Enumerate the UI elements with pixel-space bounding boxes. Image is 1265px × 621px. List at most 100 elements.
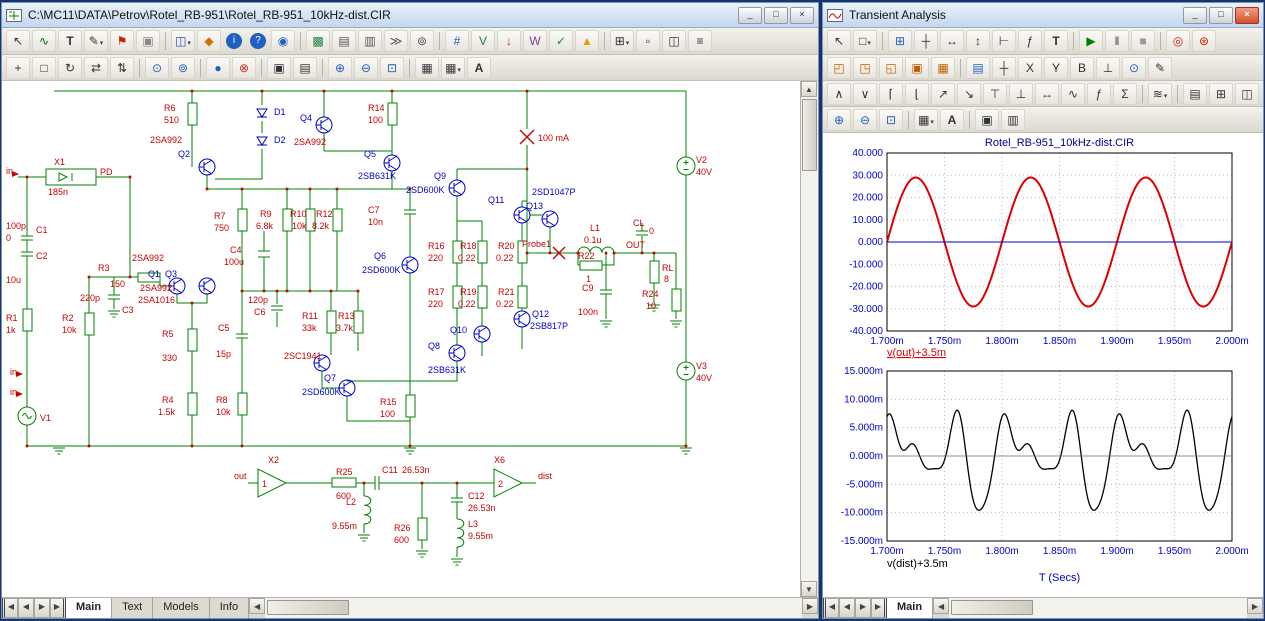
horizontal-scroll-track[interactable] bbox=[265, 598, 802, 618]
restore-button[interactable]: □ bbox=[764, 7, 788, 24]
graphics-mode-icon[interactable]: ✎▾ bbox=[84, 30, 108, 52]
send-back-icon[interactable]: ▤ bbox=[293, 57, 317, 79]
grid-toggle-icon[interactable]: ⊞▾ bbox=[610, 30, 634, 52]
analysis-horizontal-scrollbar[interactable]: ◀ ▶ bbox=[933, 598, 1263, 618]
scroll-left-button[interactable]: ◀ bbox=[249, 598, 265, 614]
font-icon[interactable]: A bbox=[940, 109, 964, 131]
go-to-branch-icon[interactable]: B bbox=[1070, 57, 1094, 79]
info-mode-icon[interactable]: i bbox=[226, 33, 242, 49]
flip-vertical-icon[interactable]: ⇅ bbox=[110, 57, 134, 79]
schematic-titlebar[interactable]: C:\MC11\DATA\Petrov\Rotel_RB-951\Rotel_R… bbox=[2, 3, 818, 28]
horizontal-scroll-thumb[interactable] bbox=[951, 600, 1033, 615]
find-next-icon[interactable]: ⊚ bbox=[171, 57, 195, 79]
next-low-icon[interactable]: ⌊ bbox=[905, 83, 929, 105]
width-icon[interactable]: ↔ bbox=[1035, 83, 1059, 105]
go-to-x-icon[interactable]: X bbox=[1018, 57, 1042, 79]
horizontal-scroll-track[interactable] bbox=[949, 598, 1247, 618]
text-page-icon[interactable]: ▤ bbox=[332, 30, 356, 52]
restore-button[interactable]: □ bbox=[1209, 7, 1233, 24]
zoom-fit-icon[interactable]: ⊡ bbox=[879, 109, 903, 131]
pause-icon[interactable]: ‖ bbox=[1105, 30, 1129, 52]
help-mode-icon[interactable]: ? bbox=[250, 33, 266, 49]
dynamic-probe-icon[interactable]: ⊛ bbox=[1192, 30, 1216, 52]
dropdown-arrow-icon[interactable]: ▾ bbox=[626, 40, 630, 47]
plot-canvas[interactable]: Rotel_RB-951_10kHz-dist.CIR1.700m1.750m1… bbox=[823, 133, 1263, 597]
dropdown-arrow-icon[interactable]: ▾ bbox=[930, 119, 934, 126]
box-select-icon[interactable]: □ bbox=[32, 57, 56, 79]
period-icon[interactable]: ∿ bbox=[1061, 83, 1085, 105]
next-tab-button[interactable]: ▶ bbox=[34, 598, 50, 618]
power-icon[interactable]: W bbox=[523, 30, 547, 52]
last-tab-button[interactable]: ▶ bbox=[871, 598, 887, 618]
optimize-icon[interactable]: ⊚ bbox=[410, 30, 434, 52]
tile-top-icon[interactable]: ◱ bbox=[879, 57, 903, 79]
last-tab-button[interactable]: ▶ bbox=[50, 598, 66, 618]
hotlink-icon[interactable]: ◉ bbox=[271, 30, 295, 52]
tab-info[interactable]: Info bbox=[210, 598, 249, 618]
next-valley-icon[interactable]: ∨ bbox=[853, 83, 877, 105]
zoom-area-icon[interactable]: ⊡ bbox=[380, 57, 404, 79]
text-mode-icon[interactable]: T bbox=[1044, 30, 1068, 52]
next-rise-icon[interactable]: ↗ bbox=[931, 83, 955, 105]
rotate-icon[interactable]: ↻ bbox=[58, 57, 82, 79]
grid-panels-icon[interactable]: ▦ bbox=[931, 57, 955, 79]
scale-mode-icon[interactable]: ⊞ bbox=[888, 30, 912, 52]
conditions-icon[interactable]: ✓ bbox=[549, 30, 573, 52]
copy-image-icon[interactable]: ▦ bbox=[415, 57, 439, 79]
properties-icon[interactable]: ≡ bbox=[688, 30, 712, 52]
first-tab-button[interactable]: ◀ bbox=[823, 598, 839, 618]
copy-all-icon[interactable]: ▥ bbox=[1001, 109, 1025, 131]
go-to-y-icon[interactable]: Y bbox=[1044, 57, 1068, 79]
tile-windows-icon[interactable]: ◫ bbox=[1235, 83, 1259, 105]
stats-icon[interactable]: Σ bbox=[1113, 83, 1137, 105]
new-page-icon[interactable]: ▫ bbox=[636, 30, 660, 52]
scroll-up-button[interactable]: ▲ bbox=[801, 81, 817, 97]
dropdown-arrow-icon[interactable]: ▾ bbox=[100, 40, 104, 47]
schematic-horizontal-scrollbar[interactable]: ◀ ▶ bbox=[249, 598, 818, 618]
next-tab-button[interactable]: ▶ bbox=[855, 598, 871, 618]
point-tag-icon[interactable]: ● bbox=[206, 57, 230, 79]
picture-mode-icon[interactable]: ▣ bbox=[136, 30, 160, 52]
font-icon[interactable]: A bbox=[467, 57, 491, 79]
numeric-window-icon[interactable]: ▤ bbox=[1183, 83, 1207, 105]
analysis-titlebar[interactable]: Transient Analysis _□× bbox=[823, 3, 1263, 28]
dropdown-arrow-icon[interactable]: ▾ bbox=[457, 67, 461, 74]
region-enable-icon[interactable]: ▩ bbox=[306, 30, 330, 52]
wire-mode-icon[interactable]: ∿ bbox=[32, 30, 56, 52]
stop-edit-icon[interactable]: ⊗ bbox=[232, 57, 256, 79]
scroll-left-button[interactable]: ◀ bbox=[933, 598, 949, 614]
top-icon[interactable]: ⊤ bbox=[983, 83, 1007, 105]
bottom-icon[interactable]: ⊥ bbox=[1009, 83, 1033, 105]
tag-point-icon[interactable]: ⊢ bbox=[992, 30, 1016, 52]
model-page-icon[interactable]: ▥ bbox=[358, 30, 382, 52]
vertical-scroll-track[interactable] bbox=[801, 97, 818, 581]
prev-tab-button[interactable]: ◀ bbox=[839, 598, 855, 618]
find-icon[interactable]: ⊙ bbox=[145, 57, 169, 79]
dropdown-arrow-icon[interactable]: ▾ bbox=[187, 40, 191, 47]
graphics-menu-icon[interactable]: □▾ bbox=[853, 30, 877, 52]
tab-main[interactable]: Main bbox=[66, 598, 112, 618]
grid-menu-icon[interactable]: ▦▾ bbox=[441, 57, 465, 79]
measure-vertical-icon[interactable]: ↕ bbox=[966, 30, 990, 52]
numeric-output-icon[interactable]: ▤ bbox=[966, 57, 990, 79]
prev-tab-button[interactable]: ◀ bbox=[18, 598, 34, 618]
zoom-in-icon[interactable]: ⊕ bbox=[328, 57, 352, 79]
component-menu-icon[interactable]: ◫▾ bbox=[171, 30, 195, 52]
schematic-vertical-scrollbar[interactable]: ▲ ▼ bbox=[800, 81, 818, 597]
animate-probe-icon[interactable]: ◎ bbox=[1166, 30, 1190, 52]
measure-horizontal-icon[interactable]: ↔ bbox=[940, 30, 964, 52]
find-part-icon[interactable]: ◆ bbox=[197, 30, 221, 52]
waveform-menu-icon[interactable]: ≋▾ bbox=[1148, 83, 1172, 105]
error-flag-icon[interactable]: ▲ bbox=[575, 30, 599, 52]
bring-front-icon[interactable]: ▣ bbox=[267, 57, 291, 79]
tab-main[interactable]: Main bbox=[887, 598, 933, 618]
scroll-right-button[interactable]: ▶ bbox=[802, 598, 818, 614]
close-button[interactable]: × bbox=[790, 7, 814, 24]
minimize-button[interactable]: _ bbox=[1183, 7, 1207, 24]
horizontal-scroll-thumb[interactable] bbox=[267, 600, 349, 615]
formula-text-icon[interactable]: ƒ bbox=[1018, 30, 1042, 52]
flip-horizontal-icon[interactable]: ⇄ bbox=[84, 57, 108, 79]
node-voltages-icon[interactable]: V bbox=[471, 30, 495, 52]
split-window-icon[interactable]: ◫ bbox=[662, 30, 686, 52]
next-fall-icon[interactable]: ↘ bbox=[957, 83, 981, 105]
